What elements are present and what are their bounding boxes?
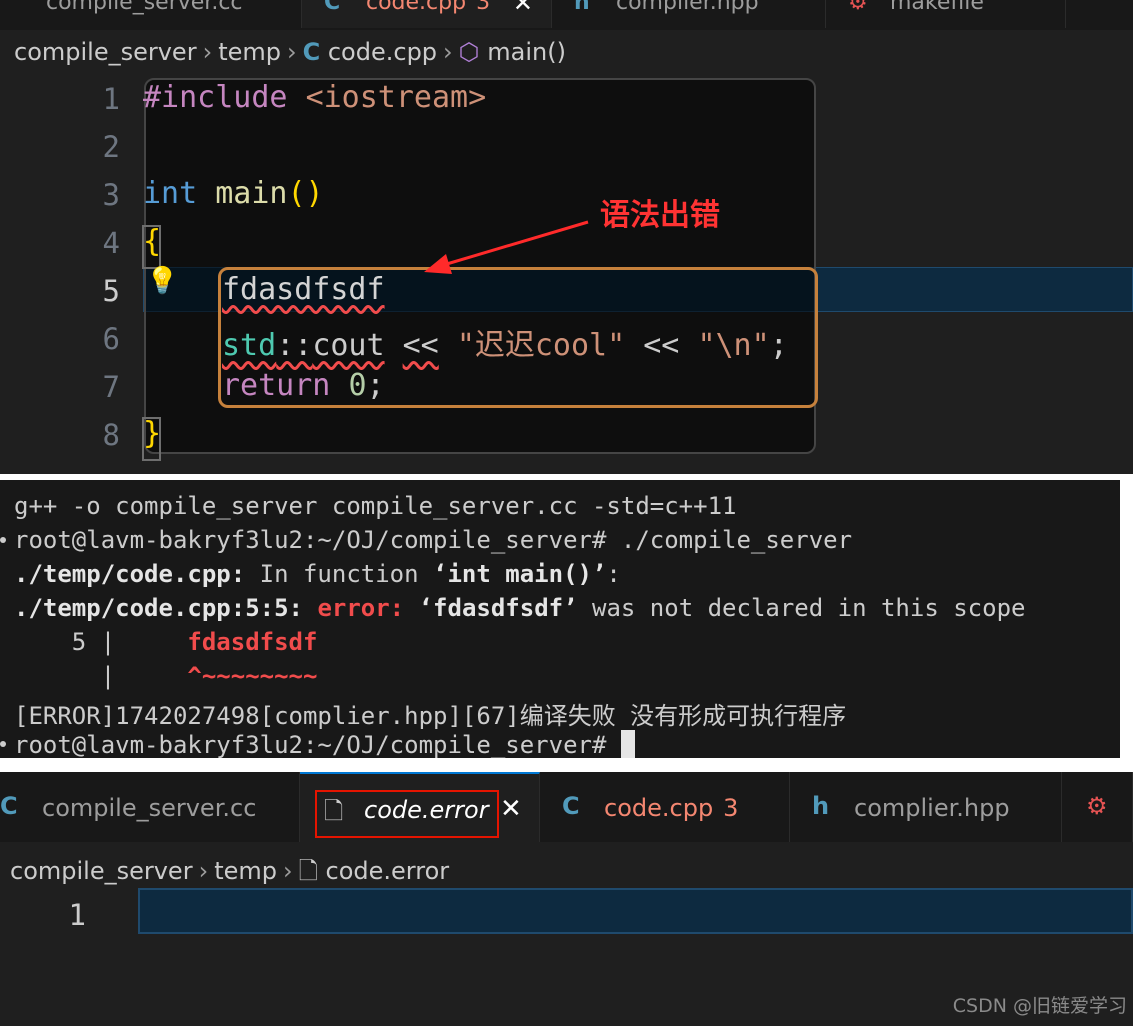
terminal-prompt: root@lavm-bakryf3lu2:~/OJ/compile_server… xyxy=(14,730,635,758)
terminal-line: ./temp/code.cpp:5:5: error: ‘fdasdfsdf’ … xyxy=(14,594,1026,622)
close-icon[interactable]: ✕ xyxy=(500,794,522,824)
problem-count-badge: 3 xyxy=(723,794,739,822)
watermark: CSDN @旧链爱学习 xyxy=(952,995,1127,1017)
terminal-line: root@lavm-bakryf3lu2:~/OJ/compile_server… xyxy=(14,526,853,554)
command-status-dot xyxy=(0,741,6,747)
breadcrumb-item[interactable]: code.error xyxy=(326,857,450,885)
cpp-icon: C xyxy=(0,792,18,820)
header-icon: h xyxy=(812,792,830,820)
chevron-right-icon: › xyxy=(282,857,293,885)
terminal-line: [ERROR]1742027498[complier.hpp][67]编译失败 … xyxy=(14,702,847,730)
tab-code-cpp[interactable]: C code.cpp 3 xyxy=(540,772,790,842)
annotation-label: 语法出错 xyxy=(600,198,720,233)
breadcrumb-item[interactable]: compile_server xyxy=(10,857,193,885)
tab-makefile[interactable]: ⚙ xyxy=(1062,772,1133,842)
terminal-line: ./temp/code.cpp: In function ‘int main()… xyxy=(14,560,621,588)
highlight-box xyxy=(315,790,499,838)
annotation-arrow xyxy=(424,220,589,274)
file-icon: 🗋 xyxy=(298,857,318,885)
line-number: 1 xyxy=(68,898,86,932)
current-line-highlight[interactable] xyxy=(138,888,1133,934)
tab-complier-hpp[interactable]: h complier.hpp xyxy=(790,772,1062,842)
terminal-line: | ^~~~~~~~~ xyxy=(14,662,318,690)
cpp-icon: C xyxy=(562,792,580,820)
terminal-line: g++ -o compile_server compile_server.cc … xyxy=(14,492,737,520)
terminal-panel[interactable]: g++ -o compile_server compile_server.cc … xyxy=(0,480,1120,758)
editor-code-cpp: compile_server.cc C code.cpp 3 ✕ h compli… xyxy=(0,0,1133,474)
breadcrumb-item[interactable]: temp xyxy=(214,857,277,885)
tab-compile-server-cc[interactable]: C compile_server.cc xyxy=(0,772,300,842)
makefile-icon: ⚙ xyxy=(1086,792,1108,820)
terminal-cursor xyxy=(620,730,635,758)
chevron-right-icon: › xyxy=(198,857,209,885)
terminal-line: 5 | fdasdfsdf xyxy=(14,628,318,656)
editor-code-error: C compile_server.cc 🗋 code.error ✕ C cod… xyxy=(0,772,1133,1026)
tab-bar: C compile_server.cc 🗋 code.error ✕ C cod… xyxy=(0,772,1133,842)
command-status-dot xyxy=(0,537,6,543)
